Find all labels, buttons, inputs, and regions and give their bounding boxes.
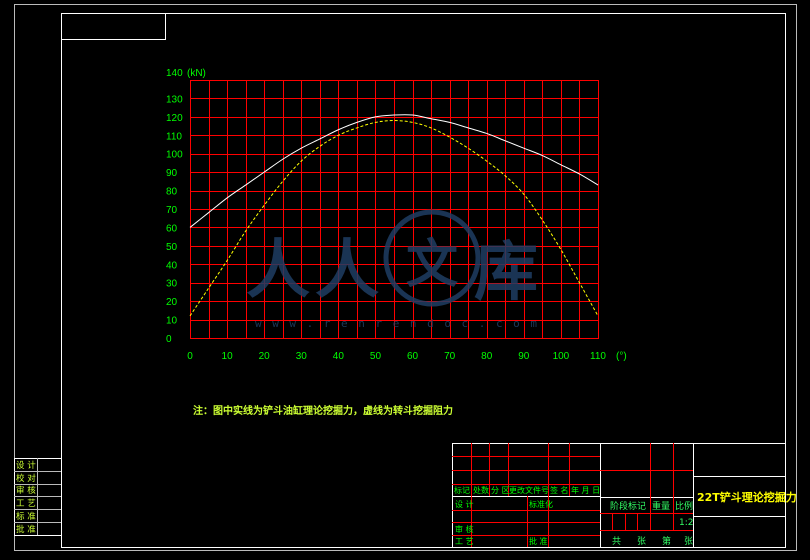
x-tick-label: 30 <box>296 351 308 362</box>
x-tick-label: 110 <box>590 351 606 362</box>
sheet-unit-label: 张 <box>684 536 693 547</box>
review-label: 审 核 <box>455 524 474 534</box>
scale-value: 1:2 <box>679 518 693 528</box>
sheet-total-label: 共 <box>612 536 621 547</box>
drawing-title: 22T铲斗理论挖掘力 <box>697 490 797 504</box>
watermark-char: 人 <box>246 234 310 308</box>
y-tick-label: 80 <box>166 187 178 198</box>
stage-mark-label: 阶段标记 <box>610 500 646 512</box>
x-tick-label: 70 <box>444 351 456 362</box>
watermark-char: 文 <box>406 235 458 295</box>
y-tick-label: 20 <box>166 297 178 308</box>
header-date: 年 月 日 <box>571 485 600 495</box>
y-axis-unit: (kN) <box>187 68 206 79</box>
left-block-label: 工 艺 <box>16 499 36 509</box>
y-tick-label: 10 <box>166 316 178 327</box>
header-signature: 签 名 <box>550 485 569 495</box>
y-tick-label: 100 <box>166 150 183 161</box>
y-tick-label: 0 <box>166 334 172 345</box>
weight-label: 重量 <box>652 500 670 512</box>
x-tick-label: 20 <box>259 351 271 362</box>
x-tick-label: 50 <box>370 351 382 362</box>
left-block-label: 校 对 <box>16 473 36 484</box>
y-tick-label: 40 <box>166 260 178 271</box>
watermark-char: 库 <box>474 236 538 310</box>
x-tick-label: 100 <box>553 351 570 362</box>
y-tick-label: 120 <box>166 113 183 124</box>
approve-label: 批 准 <box>529 536 548 546</box>
left-block-label: 标 准 <box>16 511 36 522</box>
y-tick-label: 130 <box>166 94 183 105</box>
y-tick-label: 50 <box>166 242 178 253</box>
left-block-label: 批 准 <box>16 524 36 535</box>
y-tick-label: 30 <box>166 279 178 290</box>
process-label: 工 艺 <box>455 537 474 546</box>
header-zone: 分 区 <box>491 486 510 495</box>
design-label: 设 计 <box>455 499 474 509</box>
scale-label: 比例 <box>675 500 693 512</box>
y-tick-label: 70 <box>166 205 178 216</box>
header-mark: 标记 <box>454 485 470 495</box>
sheet-unit-label: 张 <box>637 536 646 547</box>
y-tick-label: 140 <box>166 68 183 79</box>
y-tick-label: 90 <box>166 168 178 179</box>
x-tick-label: 90 <box>518 351 530 362</box>
left-block-label: 设 计 <box>16 460 36 471</box>
x-tick-label: 10 <box>222 351 234 362</box>
sheet-number-label: 第 <box>662 535 671 547</box>
standardization-label: 标准化 <box>529 499 553 509</box>
x-tick-label: 40 <box>333 351 345 362</box>
chart-note: 注：图中实线为铲斗油缸理论挖掘力，虚线为转斗挖掘阻力 <box>193 404 453 417</box>
watermark-char: 人 <box>315 234 379 308</box>
y-tick-label: 60 <box>166 223 178 234</box>
left-block-label: 审 核 <box>16 485 36 496</box>
y-tick-label: 110 <box>166 131 182 142</box>
cad-drawing: 0 10 20 30 40 50 60 70 80 90 100 110 0 10 20 30 40 50 60 70… <box>0 0 810 560</box>
x-axis-unit: (°) <box>616 351 627 362</box>
x-tick-label: 0 <box>187 351 193 362</box>
x-tick-label: 80 <box>481 351 493 362</box>
x-tick-label: 60 <box>407 351 419 362</box>
header-change-doc-no: 更改文件号 <box>509 485 549 495</box>
header-count: 处数 <box>473 485 489 495</box>
